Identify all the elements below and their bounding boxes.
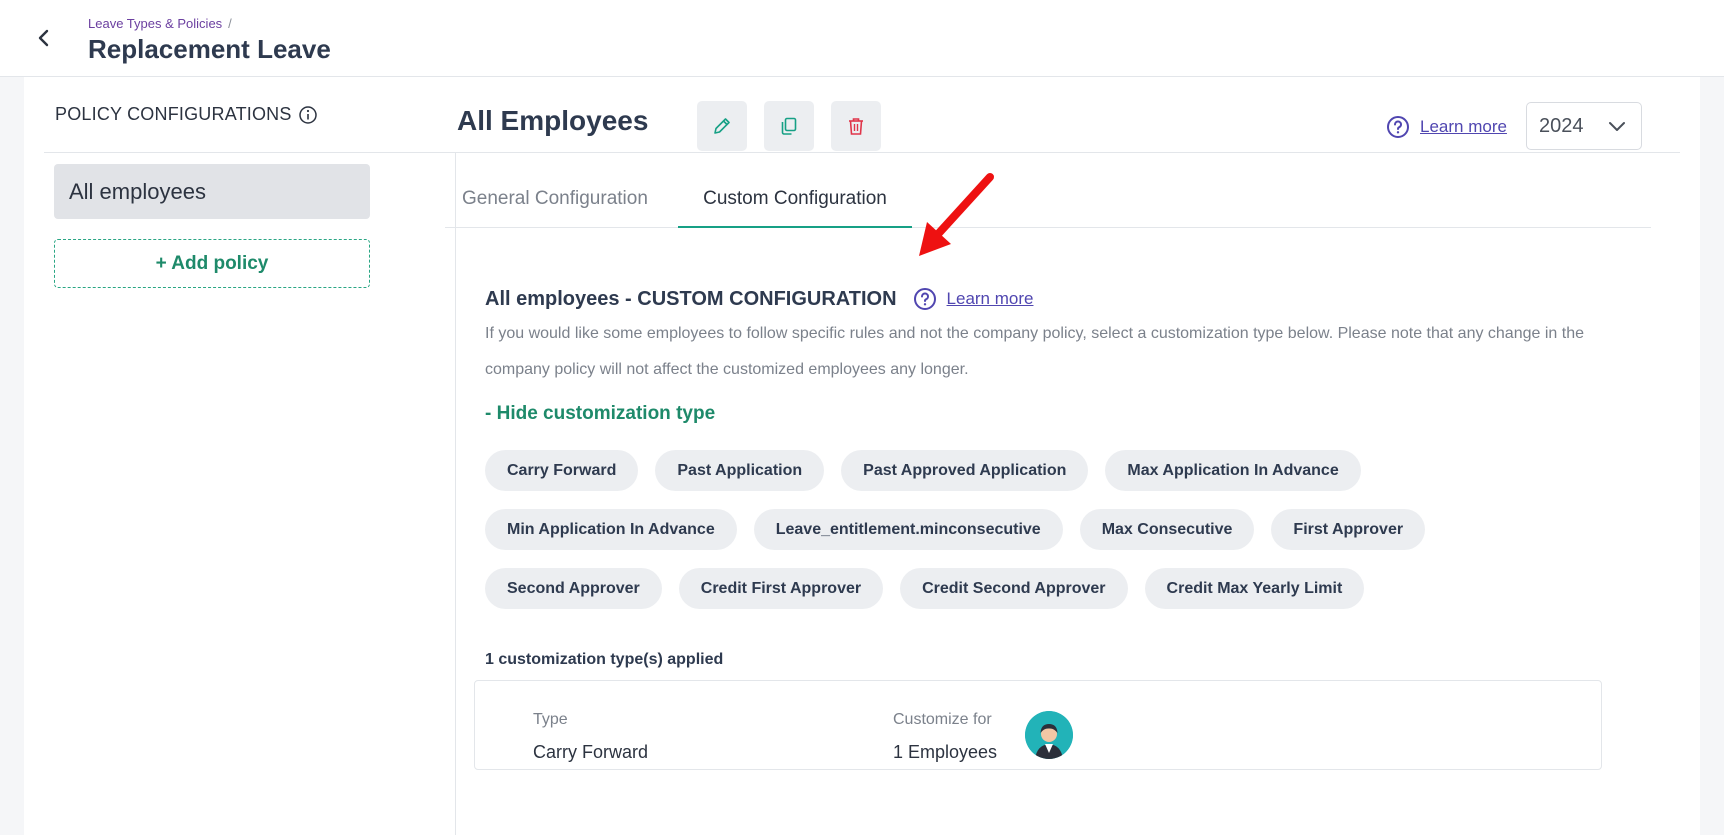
- chip-max-consecutive[interactable]: Max Consecutive: [1079, 509, 1255, 550]
- applied-count: 1 customization type(s) applied: [485, 651, 724, 668]
- year-select[interactable]: 2024: [1526, 102, 1642, 150]
- chip-row: Second Approver Credit First Approver Cr…: [485, 568, 1665, 609]
- chip-carry-forward[interactable]: Carry Forward: [485, 450, 639, 491]
- policy-title: All Employees: [457, 105, 649, 136]
- custom-config-description: If you would like some employees to foll…: [485, 325, 1584, 378]
- breadcrumb-separator: /: [228, 16, 232, 31]
- trash-icon: [849, 118, 863, 135]
- customization-type-chips: Carry Forward Past Application Past Appr…: [485, 450, 1665, 627]
- learn-more-link[interactable]: Learn more: [1420, 117, 1507, 137]
- chip-second-approver[interactable]: Second Approver: [485, 568, 662, 609]
- type-label: Type: [533, 711, 568, 728]
- avatar[interactable]: [1025, 711, 1073, 759]
- policy-item-label: All employees: [69, 178, 206, 204]
- back-button[interactable]: [30, 24, 58, 52]
- type-value: Carry Forward: [533, 742, 649, 762]
- year-value: 2024: [1539, 114, 1584, 137]
- pencil-icon: [714, 118, 730, 134]
- hide-customization-toggle[interactable]: - Hide customization type: [485, 403, 715, 425]
- chip-past-approved-application[interactable]: Past Approved Application: [841, 450, 1089, 491]
- policy-item-all-employees[interactable]: All employees: [54, 164, 370, 219]
- chip-min-consecutive[interactable]: Leave_entitlement.minconsecutive: [753, 509, 1063, 550]
- page-header: Leave Types & Policies / Replacement Leav…: [0, 0, 1724, 77]
- user-avatar-icon: [1025, 711, 1073, 759]
- breadcrumb-link[interactable]: Leave Types & Policies: [88, 16, 222, 31]
- section-title-text: POLICY CONFIGURATIONS: [55, 104, 292, 124]
- customize-for-label: Customize for: [893, 711, 992, 728]
- divider: [44, 152, 1680, 153]
- chip-row: Carry Forward Past Application Past Appr…: [485, 450, 1665, 491]
- tab-general-configuration[interactable]: General Configuration: [462, 188, 648, 228]
- chip-first-approver[interactable]: First Approver: [1271, 509, 1426, 550]
- info-icon[interactable]: [298, 105, 318, 125]
- breadcrumb: Leave Types & Policies /: [88, 16, 232, 31]
- question-circle-icon[interactable]: [913, 287, 937, 311]
- customize-for-value[interactable]: 1 Employees: [893, 742, 997, 763]
- question-circle-icon[interactable]: [1386, 115, 1410, 139]
- tab-custom-configuration[interactable]: Custom Configuration: [678, 188, 912, 228]
- chip-max-application-in-advance[interactable]: Max Application In Advance: [1105, 450, 1361, 491]
- chip-credit-second-approver[interactable]: Credit Second Approver: [900, 568, 1128, 609]
- chip-past-application[interactable]: Past Application: [655, 450, 825, 491]
- chip-min-application-in-advance[interactable]: Min Application In Advance: [485, 509, 737, 550]
- custom-config-header: All employees - CUSTOM CONFIGURATION Lea…: [485, 287, 1033, 311]
- vertical-divider: [455, 153, 456, 835]
- chevron-down-icon: [1609, 122, 1625, 131]
- applied-customization-card: Type Carry Forward Customize for 1 Emplo…: [474, 680, 1602, 770]
- page-title: Replacement Leave: [88, 34, 331, 64]
- help-group: Learn more: [1386, 115, 1507, 139]
- chip-credit-first-approver[interactable]: Credit First Approver: [678, 568, 884, 609]
- section-title: POLICY CONFIGURATIONS: [55, 104, 318, 125]
- chevron-left-icon: [38, 29, 49, 47]
- custom-learn-more-link[interactable]: Learn more: [947, 289, 1034, 309]
- copy-button[interactable]: [764, 101, 814, 151]
- delete-button[interactable]: [831, 101, 881, 151]
- edit-button[interactable]: [697, 101, 747, 151]
- chip-row: Min Application In Advance Leave_entitle…: [485, 509, 1665, 550]
- copy-icon: [781, 117, 797, 135]
- add-policy-button[interactable]: + Add policy: [54, 239, 370, 288]
- custom-config-title: All employees - CUSTOM CONFIGURATION: [485, 287, 897, 310]
- chip-credit-max-yearly-limit[interactable]: Credit Max Yearly Limit: [1144, 568, 1365, 609]
